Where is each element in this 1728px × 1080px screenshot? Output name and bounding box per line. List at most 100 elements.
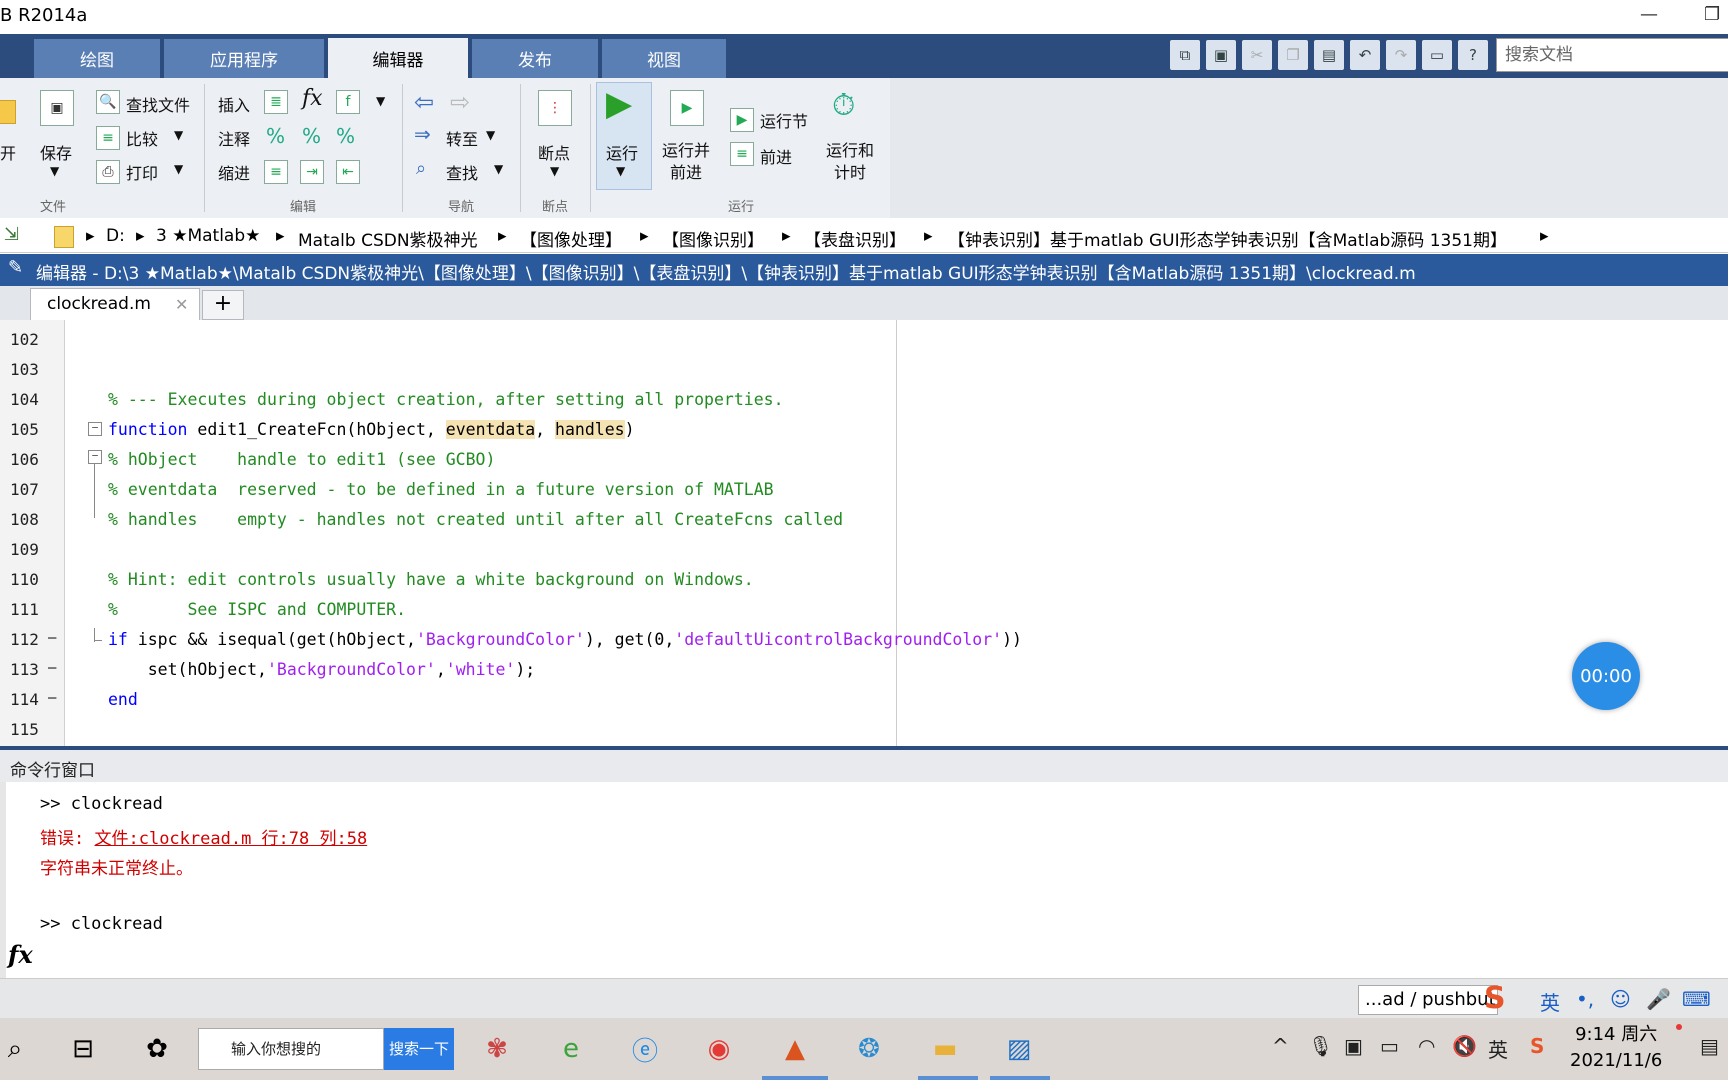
- insert-fi-icon[interactable]: f: [336, 90, 360, 114]
- new-tab-button[interactable]: +: [202, 290, 244, 320]
- save-dropdown-icon[interactable]: ▼: [50, 164, 59, 178]
- cloud-sync-icon[interactable]: ❂: [848, 1028, 890, 1070]
- breadcrumb-item[interactable]: D:: [106, 226, 125, 246]
- run-and-time-icon[interactable]: ⏱: [832, 88, 855, 123]
- run-button-label[interactable]: 运行: [606, 140, 638, 164]
- paste-icon[interactable]: ▤: [1314, 40, 1344, 70]
- compare-dropdown-icon[interactable]: ▼: [174, 128, 183, 142]
- recording-timer[interactable]: 00:00: [1572, 642, 1640, 710]
- run-play-icon[interactable]: ▶: [606, 84, 632, 124]
- breakpoints-dropdown-icon[interactable]: ▼: [550, 164, 559, 178]
- print-dropdown-icon[interactable]: ▼: [174, 162, 183, 176]
- tab-plots[interactable]: 绘图: [34, 39, 160, 78]
- advance-button[interactable]: 前进: [760, 144, 792, 168]
- insert-function-icon[interactable]: fx: [302, 86, 323, 111]
- ie-browser-icon[interactable]: e: [550, 1028, 592, 1070]
- breakpoint-marker[interactable]: —: [48, 690, 56, 706]
- file-explorer-icon[interactable]: ▬: [924, 1028, 966, 1070]
- show-hidden-icons-chevron[interactable]: ^: [1272, 1034, 1289, 1058]
- goto-icon[interactable]: ⇒: [414, 122, 431, 146]
- breadcrumb-item[interactable]: 【钟表识别】基于matlab GUI形态学钟表识别【含Matlab源码 1351…: [948, 226, 1507, 251]
- help-icon[interactable]: ?: [1458, 40, 1488, 70]
- breakpoint-marker[interactable]: —: [48, 630, 56, 646]
- close-tab-icon[interactable]: ✕: [175, 295, 188, 314]
- indent-button[interactable]: 缩进: [218, 160, 250, 184]
- open-button-label[interactable]: 开: [0, 140, 16, 164]
- ime-keyboard-icon[interactable]: ⌨: [1682, 987, 1711, 1011]
- compare-icon[interactable]: ≡: [96, 126, 120, 150]
- error-location-link[interactable]: 文件:clockread.m 行:78 列:58: [94, 829, 367, 849]
- taskbar-search-button[interactable]: 搜索一下: [384, 1028, 454, 1070]
- save-icon[interactable]: ▣: [40, 90, 74, 126]
- search-documentation-input[interactable]: 搜索文档: [1496, 38, 1728, 72]
- find-files-icon[interactable]: 🔍: [96, 90, 120, 114]
- tab-apps[interactable]: 应用程序: [164, 39, 324, 78]
- function-browser-icon[interactable]: fx: [8, 940, 33, 969]
- run-and-advance-icon[interactable]: ▶: [670, 90, 704, 126]
- code-editor[interactable]: 102 103 104 105 106 107 108 109 110 111 112 — 113 — 11…: [0, 320, 1728, 746]
- smart-indent-icon[interactable]: ≡: [264, 160, 288, 184]
- wrap-comment-icon[interactable]: %: [336, 124, 355, 148]
- ime-voice-icon[interactable]: 🎤: [1646, 987, 1671, 1011]
- breakpoint-marker[interactable]: —: [48, 660, 56, 676]
- breadcrumb-item[interactable]: Matalb CSDN紫极神光: [298, 226, 478, 251]
- run-and-advance-button[interactable]: 运行并 前进: [662, 140, 710, 184]
- uncomment-icon[interactable]: %: [302, 124, 321, 148]
- find-dropdown-icon[interactable]: ▼: [494, 162, 503, 176]
- breadcrumb-item[interactable]: 【表盘识别】: [804, 226, 906, 251]
- security-icon[interactable]: ▣: [1344, 1034, 1363, 1058]
- forward-arrow-icon[interactable]: ⇨: [450, 88, 470, 116]
- insert-section-icon[interactable]: ≣: [264, 90, 288, 114]
- fold-toggle-icon[interactable]: −: [88, 450, 102, 464]
- decrease-indent-icon[interactable]: ⇤: [336, 160, 360, 184]
- run-and-time-button[interactable]: 运行和 计时: [826, 140, 874, 184]
- breadcrumb-item[interactable]: 【图像识别】: [662, 226, 764, 251]
- goto-dropdown-icon[interactable]: ▼: [486, 128, 495, 142]
- ime-punctuation-icon[interactable]: •,: [1576, 987, 1594, 1011]
- comment-button[interactable]: 注释: [218, 126, 250, 150]
- restore-button[interactable]: ❐: [1704, 4, 1720, 25]
- search-icon[interactable]: ⌕: [0, 1028, 36, 1070]
- redo-icon[interactable]: ↷: [1386, 40, 1416, 70]
- breakpoints-button[interactable]: 断点: [538, 140, 570, 164]
- file-tab-clockread[interactable]: clockread.m ✕: [30, 288, 200, 321]
- pinwheel-app-icon[interactable]: ✿: [136, 1028, 178, 1070]
- save-button-label[interactable]: 保存: [40, 140, 72, 164]
- breadcrumb-item[interactable]: 3 ★Matlab★: [156, 226, 260, 246]
- tab-view[interactable]: 视图: [602, 39, 726, 78]
- folder-up-icon[interactable]: ⇲: [4, 224, 19, 245]
- insert-dropdown-icon[interactable]: ▼: [376, 94, 385, 108]
- comment-icon[interactable]: %: [266, 124, 285, 148]
- battery-icon[interactable]: ▭: [1380, 1034, 1399, 1058]
- back-arrow-icon[interactable]: ⇦: [414, 88, 434, 116]
- print-button[interactable]: 打印: [126, 160, 158, 184]
- volume-muted-icon[interactable]: 🔇: [1452, 1034, 1477, 1058]
- chrome-browser-icon[interactable]: ◉: [698, 1028, 740, 1070]
- edge-browser-icon[interactable]: ⓔ: [624, 1028, 666, 1070]
- fold-toggle-icon[interactable]: −: [88, 422, 102, 436]
- wifi-icon[interactable]: ◠: [1418, 1034, 1435, 1058]
- find-button[interactable]: 查找: [446, 160, 478, 184]
- run-section-icon[interactable]: ▶: [730, 108, 754, 132]
- compare-button[interactable]: 比较: [126, 126, 158, 150]
- run-section-button[interactable]: 运行节: [760, 108, 808, 132]
- cut-icon[interactable]: ✂: [1242, 40, 1272, 70]
- tab-publish[interactable]: 发布: [472, 39, 598, 78]
- undo-icon[interactable]: ↶: [1350, 40, 1380, 70]
- breadcrumb-item[interactable]: 【图像处理】: [520, 226, 622, 251]
- ime-emoji-icon[interactable]: ☺: [1610, 987, 1631, 1011]
- taskbar-search-input[interactable]: 输入你想搜的: [198, 1028, 384, 1070]
- matlab-app-icon[interactable]: ▲: [774, 1028, 816, 1070]
- action-center-icon[interactable]: ▤: [1700, 1034, 1719, 1058]
- ime-language-toggle[interactable]: 英: [1540, 987, 1560, 1016]
- tab-editor[interactable]: 编辑器: [328, 38, 468, 78]
- taskbar-clock[interactable]: 9:14 周六 2021/11/6: [1570, 1022, 1662, 1074]
- print-icon[interactable]: ⎙: [96, 160, 120, 184]
- command-window[interactable]: >> clockread 错误: 文件:clockread.m 行:78 列:5…: [0, 782, 1728, 978]
- sogou-tray-icon[interactable]: S: [1530, 1034, 1544, 1058]
- new-icon[interactable]: ⧉: [1170, 40, 1200, 70]
- microphone-icon[interactable]: 🎙: [1308, 1034, 1333, 1058]
- sogou-ime-icon[interactable]: S: [1484, 981, 1506, 1016]
- open-folder-icon[interactable]: [0, 100, 16, 124]
- tray-ime-toggle[interactable]: 英: [1488, 1034, 1508, 1063]
